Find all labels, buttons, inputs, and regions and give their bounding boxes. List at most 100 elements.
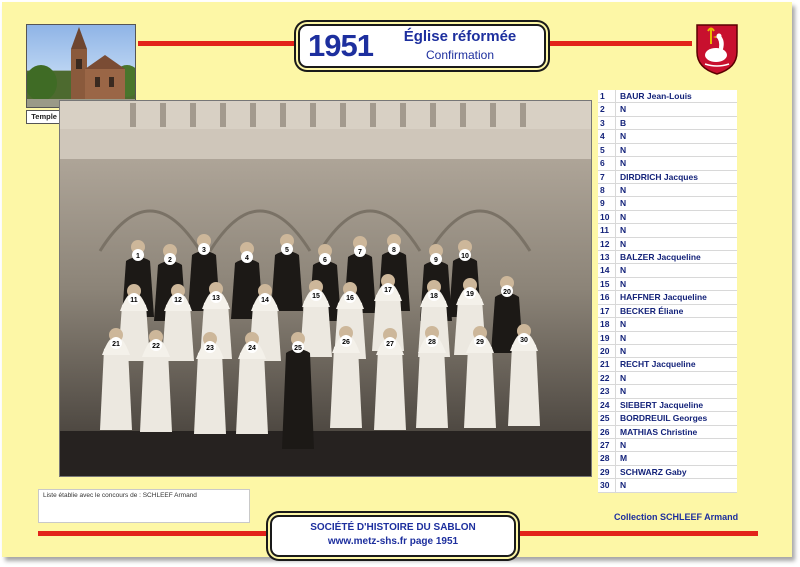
person-number-label: 20 <box>501 285 513 297</box>
svg-text:24: 24 <box>248 345 256 352</box>
list-item: 27 N <box>598 438 737 453</box>
list-item-number: 26 <box>598 425 616 438</box>
list-item-number: 1 <box>598 90 616 103</box>
svg-text:17: 17 <box>384 287 392 294</box>
person-number-label: 26 <box>340 335 352 347</box>
svg-text:21: 21 <box>112 341 120 348</box>
list-item-name: N <box>620 386 627 397</box>
list-item-number: 3 <box>598 116 616 130</box>
list-item-number: 13 <box>598 251 616 264</box>
svg-text:27: 27 <box>386 341 394 348</box>
svg-text:13: 13 <box>212 295 220 302</box>
header-rule-right <box>546 41 692 46</box>
svg-text:25: 25 <box>294 345 302 352</box>
list-item-name: BORDREUIL Georges <box>620 413 708 424</box>
list-item: 28 M <box>598 452 737 466</box>
person-number-label: 14 <box>259 293 271 305</box>
list-item-name: N <box>620 480 627 491</box>
list-item: 3B <box>598 116 737 131</box>
person-number-label: 11 <box>128 293 140 305</box>
person-number-label: 23 <box>204 341 216 353</box>
list-item-name: N <box>620 346 627 357</box>
list-item-number: 12 <box>598 237 616 251</box>
list-item: 7 DIRDRICH Jacques <box>598 170 737 184</box>
person-number-label: 27 <box>384 337 396 349</box>
title-banner: 1951 Église réformée Confirmation <box>298 24 546 68</box>
list-item-number: 17 <box>598 304 616 318</box>
svg-text:7: 7 <box>358 249 362 256</box>
list-item-number: 4 <box>598 130 616 143</box>
list-item-name: N <box>620 131 627 142</box>
list-item-number: 6 <box>598 157 616 170</box>
church-photo <box>26 24 136 108</box>
list-item-number: 9 <box>598 197 616 210</box>
person-number-label: 6 <box>319 253 331 265</box>
page: Temple de Montigny-Sablon 1951 Église ré… <box>2 2 792 557</box>
society-name: SOCIÉTÉ D'HISTOIRE DU SABLON <box>310 522 476 533</box>
list-item-name: N <box>620 211 627 222</box>
list-item: 18 N <box>598 318 737 332</box>
svg-text:8: 8 <box>392 247 396 254</box>
person-number-label: 8 <box>388 243 400 255</box>
list-item: 19 N <box>598 331 737 346</box>
svg-text:2: 2 <box>168 257 172 264</box>
list-item-name: DIRDRICH Jacques <box>620 171 698 182</box>
list-item-name: BALZER Jacqueline <box>620 252 701 263</box>
footer-rule-right <box>516 531 758 536</box>
svg-text:18: 18 <box>430 293 438 300</box>
svg-text:3: 3 <box>202 247 206 254</box>
list-item-name: B <box>620 117 627 128</box>
collection-credit: Collection SCHLEEF Armand <box>614 512 739 522</box>
list-item-name: SCHWARZ Gaby <box>620 466 687 477</box>
svg-text:6: 6 <box>323 257 327 264</box>
person-number-label: 1 <box>132 249 144 261</box>
person-number-label: 16 <box>344 291 356 303</box>
list-item-name: N <box>620 198 627 209</box>
website-link[interactable]: www.metz-shs.fr page 1951 <box>272 536 514 547</box>
list-item-number: 10 <box>598 210 616 224</box>
list-item-name: BAUR Jean-Louis <box>620 91 692 101</box>
list-item-number: 27 <box>598 438 616 452</box>
svg-text:23: 23 <box>206 345 214 352</box>
person-number-label: 19 <box>464 287 476 299</box>
person-number-label: 30 <box>518 333 530 345</box>
person-number-label: 7 <box>354 245 366 257</box>
list-item-number: 28 <box>598 452 616 465</box>
list-item-number: 21 <box>598 358 616 371</box>
list-item-name: N <box>620 184 627 195</box>
list-item: 22 N <box>598 371 737 386</box>
footer-banner: SOCIÉTÉ D'HISTOIRE DU SABLON www.metz-sh… <box>270 515 516 557</box>
list-item-number: 20 <box>598 345 616 358</box>
list-item-number: 16 <box>598 291 616 304</box>
list-item: 23 N <box>598 385 737 399</box>
svg-text:26: 26 <box>342 339 350 346</box>
list-item: 15 N <box>598 277 737 292</box>
footer-rule-left <box>38 531 268 536</box>
person-number-label: 24 <box>246 341 258 353</box>
person-number-label: 13 <box>210 291 222 303</box>
list-item-number: 5 <box>598 143 616 157</box>
list-item: 21 RECHT Jacqueline <box>598 358 737 372</box>
svg-text:29: 29 <box>476 339 484 346</box>
person-number-label: 12 <box>172 293 184 305</box>
svg-text:15: 15 <box>312 293 320 300</box>
svg-text:10: 10 <box>461 253 469 260</box>
list-item: 26 MATHIAS Christine <box>598 425 737 439</box>
list-item-number: 15 <box>598 277 616 291</box>
list-item-number: 18 <box>598 318 616 331</box>
group-photo: 1 2 3 4 5 6 7 8 9 10 11 12 13 14 15 16 17 18 19 20 21 22 23 24 2… <box>59 100 592 477</box>
person-number-label: 4 <box>241 251 253 263</box>
list-item: 30 N <box>598 479 737 493</box>
list-item-number: 29 <box>598 465 616 479</box>
list-item-name: N <box>620 439 627 450</box>
svg-text:12: 12 <box>174 297 182 304</box>
list-item-number: 22 <box>598 371 616 385</box>
page-subtitle: Confirmation <box>425 48 495 62</box>
svg-text:16: 16 <box>346 295 354 302</box>
list-item: 10 N <box>598 210 737 225</box>
list-item-name: MATHIAS Christine <box>620 426 698 437</box>
person-number-label: 18 <box>428 289 440 301</box>
svg-text:19: 19 <box>466 291 474 298</box>
svg-text:11: 11 <box>130 297 138 304</box>
list-item: 20 N <box>598 345 737 359</box>
